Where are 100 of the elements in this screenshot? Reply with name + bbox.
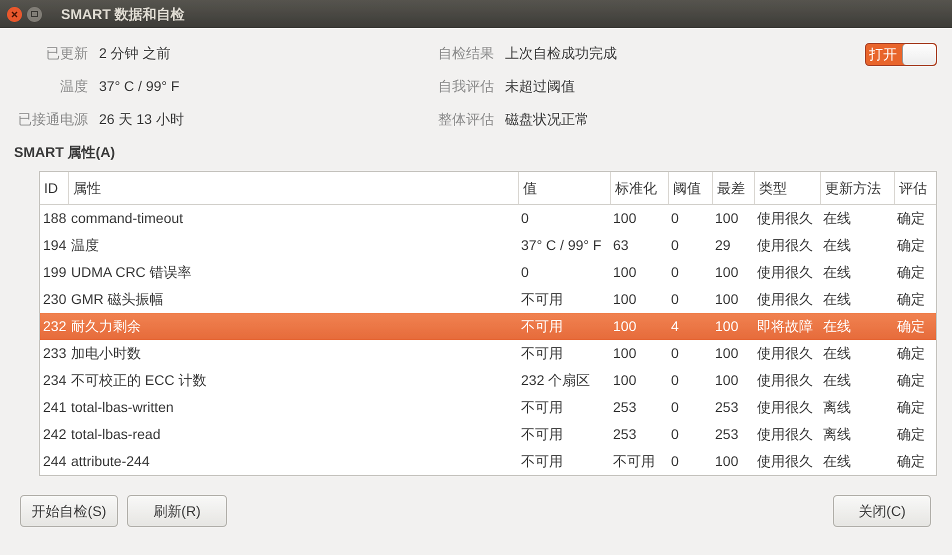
table-cell-text: 0 — [670, 263, 680, 282]
table-cell-text: 加电小时数 — [70, 344, 142, 363]
field-value: 上次自检成功完成 — [505, 44, 617, 63]
table-cell-text: 在线 — [822, 209, 852, 228]
table-cell-text: 194 — [42, 236, 68, 255]
table-cell-text: 使用很久 — [756, 452, 814, 471]
table-cell-text: 耐久力剩余 — [70, 317, 142, 336]
table-cell-text: 即将故障 — [756, 317, 814, 336]
table-row[interactable]: 241 total-lbas-written 不可用 253 0 253 使用很久 离线 确定 — [40, 394, 936, 421]
table-cell-text: 不可用 — [612, 452, 656, 471]
table-cell-text: 确定 — [896, 290, 926, 309]
table-cell-text: 使用很久 — [756, 371, 814, 390]
table-cell-text: 0 — [670, 290, 680, 309]
column-header[interactable]: 值 — [518, 172, 610, 204]
table-cell-text: 233 — [42, 344, 68, 363]
table-cell-text: 在线 — [822, 317, 852, 336]
table-cell-text: 100 — [612, 263, 638, 282]
table-row[interactable]: 233 加电小时数 不可用 100 0 100 使用很久 在线 确定 — [40, 340, 936, 367]
field-value: 37° C / 99° F — [99, 77, 180, 96]
close-dialog-button[interactable]: 关闭(C) — [833, 495, 931, 527]
table-cell-text: 230 — [42, 290, 68, 309]
table-cell-text: 0 — [520, 209, 530, 228]
table-cell-text: 不可用 — [520, 425, 564, 444]
table-row[interactable]: 234 不可校正的 ECC 计数 232 个扇区 100 0 100 使用很久 在线 确定 — [40, 367, 936, 394]
table-row[interactable]: 230 GMR 磁头振幅 不可用 100 0 100 使用很久 在线 确定 — [40, 286, 936, 313]
field-label: 整体评估 — [437, 110, 494, 129]
table-row[interactable]: 199 UDMA CRC 错误率 0 100 0 100 使用很久 在线 确定 — [40, 259, 936, 286]
column-header[interactable]: 属性 — [68, 172, 518, 204]
column-header[interactable]: 评估 — [894, 172, 936, 204]
table-cell-text: 244 — [42, 452, 68, 471]
field-label: 温度 — [59, 77, 88, 96]
table-cell-text: 确定 — [896, 209, 926, 228]
table-cell-text: 253 — [714, 425, 740, 444]
table-cell-text: 188 — [42, 209, 68, 228]
column-header[interactable]: 阈值 — [668, 172, 712, 204]
table-row[interactable]: 244 attribute-244 不可用 不可用 0 100 使用很久 在线 确定 — [40, 448, 936, 475]
table-cell-text: 在线 — [822, 344, 852, 363]
field-value: 2 分钟 之前 — [99, 44, 172, 63]
table-cell-text: 100 — [612, 209, 638, 228]
table-cell-text: 离线 — [822, 425, 852, 444]
close-button[interactable] — [7, 6, 22, 22]
table-cell-text: 在线 — [822, 290, 852, 309]
table-cell-text: 确定 — [896, 398, 926, 417]
table-cell-text: 100 — [714, 371, 740, 390]
table-cell-text: 温度 — [70, 236, 100, 255]
table-cell-text: 在线 — [822, 371, 852, 390]
field-value: 未超过阈值 — [505, 77, 576, 96]
table-cell-text: 253 — [612, 425, 638, 444]
table-cell-text: 确定 — [896, 317, 926, 336]
table-row[interactable]: 188 command-timeout 0 100 0 100 使用很久 在线 确定 — [40, 205, 936, 232]
column-header[interactable]: 最差 — [712, 172, 754, 204]
table-cell-text: 4 — [670, 317, 680, 336]
table-cell-text: UDMA CRC 错误率 — [70, 263, 193, 282]
column-header[interactable]: 更新方法 — [820, 172, 894, 204]
table-cell-text: 不可用 — [520, 317, 564, 336]
table-cell-text: 0 — [670, 371, 680, 390]
table-cell-text: 0 — [670, 425, 680, 444]
field-label: 自检结果 — [437, 44, 494, 63]
table-cell-text: 使用很久 — [756, 263, 814, 282]
maximize-icon — [31, 11, 38, 17]
table-cell-text: 0 — [670, 236, 680, 255]
table-row[interactable]: 242 total-lbas-read 不可用 253 0 253 使用很久 离线 确定 — [40, 421, 936, 448]
field-label: 已接通电源 — [17, 110, 88, 129]
table-cell-text: 确定 — [896, 452, 926, 471]
table-cell-text: 0 — [670, 452, 680, 471]
table-cell-text: 离线 — [822, 398, 852, 417]
table-cell-text: 确定 — [896, 425, 926, 444]
table-cell-text: 使用很久 — [756, 209, 814, 228]
table-cell-text: 242 — [42, 425, 68, 444]
close-icon — [11, 10, 18, 18]
table-cell-text: 在线 — [822, 236, 852, 255]
table-cell-text: 不可用 — [520, 344, 564, 363]
table-cell-text: 199 — [42, 263, 68, 282]
section-title: SMART 属性(A) — [14, 143, 116, 162]
action-button[interactable]: 刷新(R) — [127, 495, 227, 527]
table-cell-text: 确定 — [896, 344, 926, 363]
table-cell-text: 确定 — [896, 263, 926, 282]
table-cell-text: 100 — [714, 344, 740, 363]
table-cell-text: 100 — [612, 290, 638, 309]
table-cell-text: 100 — [714, 209, 740, 228]
table-cell-text: 100 — [714, 317, 740, 336]
field-label: 自我评估 — [437, 77, 494, 96]
column-header[interactable]: ID — [40, 172, 68, 204]
table-cell-text: 253 — [612, 398, 638, 417]
table-cell-text: 100 — [714, 290, 740, 309]
table-cell-text: 253 — [714, 398, 740, 417]
table-cell-text: 使用很久 — [756, 236, 814, 255]
table-cell-text: GMR 磁头振幅 — [70, 290, 165, 309]
table-cell-text: 232 — [42, 317, 68, 336]
table-row[interactable]: 194 温度 37° C / 99° F 63 0 29 使用很久 在线 确定 — [40, 232, 936, 259]
action-button[interactable]: 开始自检(S) — [20, 495, 118, 527]
table-cell-text: 不可用 — [520, 452, 564, 471]
table-cell-text: 使用很久 — [756, 425, 814, 444]
table-cell-text: 使用很久 — [756, 344, 814, 363]
column-header[interactable]: 类型 — [754, 172, 820, 204]
maximize-button[interactable] — [27, 6, 42, 22]
table-cell-text: command-timeout — [70, 209, 184, 228]
table-cell-text: 0 — [520, 263, 530, 282]
column-header[interactable]: 标准化 — [610, 172, 668, 204]
table-cell-text: 确定 — [896, 236, 926, 255]
